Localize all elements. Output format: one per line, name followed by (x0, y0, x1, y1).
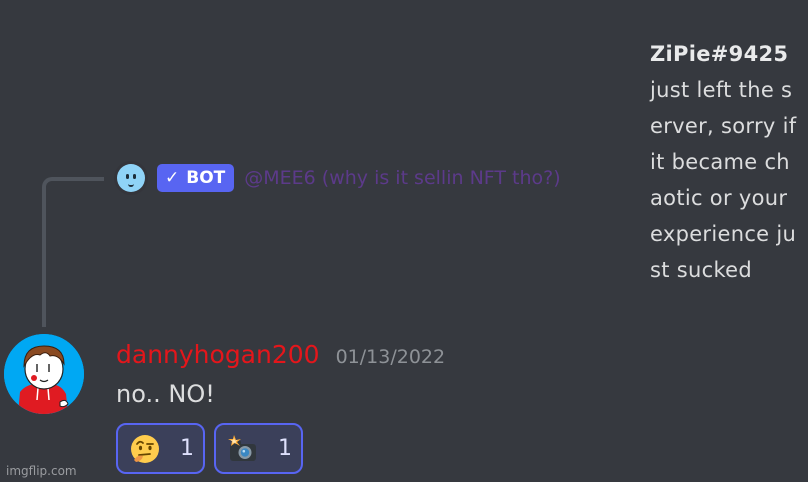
side-note-username: ZiPie#9425 (650, 42, 789, 66)
camera-with-flash-icon (228, 434, 256, 461)
cartoon-boy-avatar-icon (4, 334, 84, 414)
reaction-count: 1 (278, 436, 292, 461)
bot-avatar[interactable] (114, 161, 148, 195)
timestamp[interactable]: 01/13/2022 (336, 346, 446, 368)
message-header: dannyhogan200 01/13/2022 (116, 340, 445, 369)
watermark: imgflip.com (6, 464, 77, 478)
side-note-text: just left the server, sorry if it became… (650, 78, 797, 282)
bot-tag: ✓ BOT (157, 164, 235, 192)
reply-preview-text[interactable]: @MEE6 (why is it sellin NFT tho?) (244, 167, 560, 189)
reply-spine (42, 177, 104, 327)
reaction-camera-flash[interactable]: 1 (214, 423, 303, 474)
bot-face-icon (117, 164, 145, 192)
check-icon: ✓ (165, 168, 180, 188)
side-note: ZiPie#9425 just left the server, sorry i… (650, 36, 800, 288)
user-avatar[interactable] (4, 334, 84, 414)
reaction-raised-eyebrow[interactable]: 1 (116, 423, 205, 474)
reactions-bar: 1 1 (116, 423, 303, 474)
username[interactable]: dannyhogan200 (116, 340, 320, 369)
reaction-count: 1 (180, 436, 194, 461)
reply-header[interactable]: ✓ BOT @MEE6 (why is it sellin NFT tho?) (114, 160, 561, 196)
message-body: no.. NO! (116, 380, 215, 408)
face-with-raised-eyebrow-icon (131, 434, 159, 463)
bot-tag-label: BOT (186, 168, 226, 188)
